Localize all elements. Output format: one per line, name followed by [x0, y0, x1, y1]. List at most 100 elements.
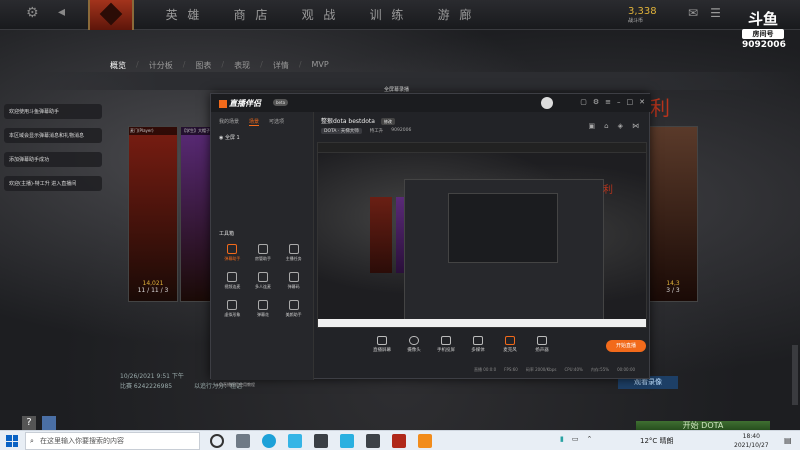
- weather-widget[interactable]: 12°C 晴朗: [640, 436, 674, 446]
- minimize-icon[interactable]: –: [617, 98, 621, 106]
- tab-mvp[interactable]: MVP: [312, 60, 329, 71]
- tab-separator: /: [182, 60, 186, 69]
- preview-topbar: [318, 143, 646, 153]
- tab-details[interactable]: 详情: [273, 60, 289, 71]
- shield-icon[interactable]: ◈: [618, 122, 623, 130]
- notification-center-icon[interactable]: ▤: [784, 436, 792, 445]
- tab-scoreboard[interactable]: 计分板: [149, 60, 173, 71]
- side-scrollbar[interactable]: [792, 345, 798, 405]
- stream-category[interactable]: DOTA · 天梯大师: [321, 128, 362, 134]
- avatar[interactable]: [42, 416, 56, 430]
- help-icon[interactable]: ?: [22, 416, 36, 430]
- tool-room-manager[interactable]: 房管助手: [248, 244, 279, 262]
- room-label: 房间号: [742, 29, 784, 39]
- tool-video-link[interactable]: 视频连麦: [217, 272, 248, 290]
- scene-panel: 我的场景 场景 可选项 ◉ 全屏 1 工具箱 弹幕助手 房管助手 主播任务 视频…: [211, 112, 314, 387]
- settings-icon[interactable]: ⚙: [593, 98, 599, 106]
- camera-button[interactable]: 摄像头: [404, 336, 424, 353]
- tool-label: 房管助手: [254, 256, 271, 261]
- edit-title-button[interactable]: 修改: [380, 118, 395, 125]
- tool-danmaku-code[interactable]: 弹幕码: [278, 272, 309, 290]
- tool-avatar[interactable]: 虚拟形象: [217, 300, 248, 318]
- tray-app-icon[interactable]: ▭: [572, 435, 579, 443]
- store-icon[interactable]: [314, 434, 328, 448]
- screen-capture-button[interactable]: 直播屏幕: [372, 336, 392, 353]
- edge-browser-icon[interactable]: [262, 434, 276, 448]
- maximize-icon[interactable]: □: [627, 98, 634, 106]
- steam-icon[interactable]: [366, 434, 380, 448]
- nav-watch[interactable]: 观 战: [286, 6, 354, 23]
- room-number: 9092006: [742, 40, 786, 50]
- gift-icon[interactable]: ▣: [589, 122, 596, 130]
- action-label: 手机投屏: [437, 348, 455, 353]
- flower-icon: [257, 300, 268, 310]
- taskbar-clock[interactable]: 18:40 2021/10/27: [734, 432, 769, 450]
- menu-icon[interactable]: ☰: [710, 6, 721, 20]
- widgets-icon[interactable]: [236, 434, 250, 448]
- dota-logo-button[interactable]: [88, 0, 134, 30]
- assistant-logo-icon: [219, 99, 227, 108]
- eye-icon[interactable]: ◉: [219, 135, 223, 141]
- nav-learn[interactable]: 训 练: [354, 6, 422, 23]
- tool-tasks[interactable]: 主播任务: [278, 244, 309, 262]
- tab-graphs[interactable]: 图表: [195, 60, 211, 71]
- task-view-icon[interactable]: [210, 434, 224, 448]
- hero-card[interactable]: [648, 126, 698, 302]
- lock-icon[interactable]: ⌂: [604, 122, 608, 130]
- tab-scenes[interactable]: 场景: [249, 118, 260, 126]
- tool-multi-link[interactable]: 多人连麦: [248, 272, 279, 290]
- scene-item[interactable]: ◉ 全屏 1: [211, 132, 313, 143]
- streamer-name: 特工升: [369, 129, 384, 134]
- tab-separator: /: [298, 60, 302, 69]
- shard-balance[interactable]: 3,338 战斗币: [628, 6, 657, 24]
- victory-text: 利: [650, 96, 670, 120]
- mail-icon[interactable]: ✉: [688, 6, 698, 20]
- tool-label: 虚拟形象: [224, 312, 241, 317]
- monitor-icon: [377, 336, 387, 345]
- status-item: 00:00:00: [617, 367, 636, 372]
- douyu-app-icon[interactable]: [418, 434, 432, 448]
- settings-gear-icon[interactable]: ⚙: [26, 5, 39, 21]
- task-icon: [288, 244, 299, 254]
- message-icon[interactable]: ▢: [580, 98, 587, 106]
- nav-store[interactable]: 商 店: [218, 6, 286, 23]
- menu-icon[interactable]: ≡: [605, 98, 611, 106]
- shard-caption: 战斗币: [628, 18, 644, 24]
- hero-kda: 11 / 11 / 3: [137, 287, 169, 294]
- tray-chevron-icon[interactable]: ⌃: [586, 435, 592, 443]
- fullscreen-capture-label: 全屏幕录播: [384, 87, 410, 93]
- media-button[interactable]: 多媒体: [468, 336, 488, 353]
- match-info: 10/26/2021 9:51 下午 比赛 6242226985: [120, 372, 184, 392]
- dota-app-icon[interactable]: [392, 434, 406, 448]
- phone-cast-button[interactable]: 手机投屏: [436, 336, 456, 353]
- qq-browser-icon[interactable]: [288, 434, 302, 448]
- tab-options[interactable]: 可选项: [269, 118, 284, 126]
- speaker-button[interactable]: 扬声器: [532, 336, 552, 353]
- hero-card[interactable]: 麦门(Player): [128, 126, 178, 302]
- tray-app-icon[interactable]: ▮: [560, 435, 564, 443]
- tab-my-scenes[interactable]: 我的场景: [219, 118, 239, 126]
- nav-arcade[interactable]: 游 廊: [422, 6, 490, 23]
- windows-start-icon[interactable]: [6, 435, 18, 447]
- taskbar-search-input[interactable]: 在这里输入你要搜索的内容: [25, 432, 200, 450]
- nav-heroes[interactable]: 英 雄: [150, 6, 218, 23]
- back-arrow-icon[interactable]: ◂: [58, 4, 65, 20]
- close-icon[interactable]: ✕: [639, 98, 645, 106]
- tab-performance[interactable]: 表现: [234, 60, 250, 71]
- share-icon[interactable]: ⋈: [632, 122, 639, 130]
- tool-flower[interactable]: 弹幕花: [248, 300, 279, 318]
- start-live-button[interactable]: 开始直播: [606, 340, 646, 352]
- media-icon: [473, 336, 483, 345]
- stream-status-row: 直播 00:0:0 FPS:60 码率 2000/Kbps CPU:40% 内存…: [474, 367, 635, 373]
- download-icon: [257, 272, 268, 282]
- action-label: 直播屏幕: [373, 348, 391, 353]
- app-icon[interactable]: [340, 434, 354, 448]
- tab-overview[interactable]: 概览: [110, 60, 126, 71]
- stream-preview[interactable]: 利: [317, 142, 647, 328]
- preview-victory-text: 利: [603, 185, 613, 196]
- microphone-button[interactable]: 麦克风: [500, 336, 520, 353]
- user-avatar[interactable]: [541, 97, 553, 109]
- tutorial-link[interactable]: 斗鱼直播伴侣使用教程: [215, 382, 255, 388]
- tool-beauty[interactable]: 美颜助手: [278, 300, 309, 318]
- tool-danmaku[interactable]: 弹幕助手: [217, 244, 248, 262]
